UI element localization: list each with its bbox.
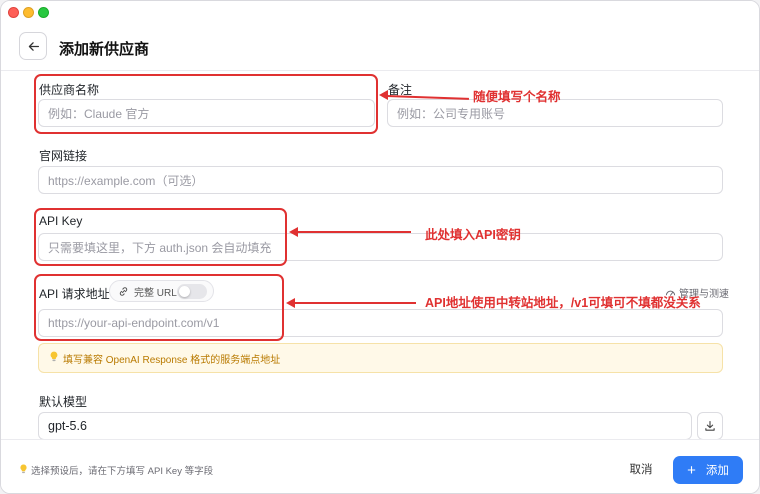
add-button-label: 添加 [705,465,729,477]
lightbulb-icon [49,351,59,365]
annotation-key-note: 此处填入API密钥 [425,228,521,242]
add-button[interactable]: + 添加 [673,456,743,484]
footer-bar: 选择预设后，请在下方填写 API Key 等字段 取消 + 添加 [1,439,759,493]
annotation-arrow-head [379,90,388,100]
cancel-button[interactable]: 取消 [619,455,663,483]
annotation-name-note: 随便填写个名称 [473,90,561,104]
endpoint-hint-text: 填写兼容 OpenAI Response 格式的服务端点地址 [63,354,281,366]
annotation-arrow-head [286,298,295,308]
annotation-arrow-head [289,227,298,237]
title-bar [1,1,759,23]
back-button[interactable] [19,32,47,60]
minimize-window-button[interactable] [23,7,34,18]
plus-icon: + [687,461,696,479]
annotation-arrow-line [297,231,411,233]
footer-hint-text: 选择预设后，请在下方填写 API Key 等字段 [31,466,214,477]
fetch-models-button[interactable] [697,412,723,439]
lightbulb-icon [19,464,28,477]
default-model-label: 默认模型 [39,395,88,409]
download-icon [705,420,715,431]
page-title: 添加新供应商 [59,41,150,58]
footer-hint: 选择预设后，请在下方填写 API Key 等字段 [19,463,213,477]
page-header: 添加新供应商 [1,23,759,71]
form-content: 供应商名称 例如：Claude 官方 备注 例如：公司专用账号 官网链接 htt… [1,72,759,439]
annotation-box-provider-name [34,74,378,134]
annotation-arrow-line [294,302,416,304]
website-input[interactable]: https://example.com（可选） [38,166,723,194]
zoom-window-button[interactable] [38,7,49,18]
endpoint-hint: 填写兼容 OpenAI Response 格式的服务端点地址 [38,343,723,373]
app-window: 添加新供应商 供应商名称 例如：Claude 官方 备注 例如：公司专用账号 官… [0,0,760,494]
close-window-button[interactable] [8,7,19,18]
arrow-left-icon [28,41,39,51]
default-model-input[interactable]: gpt-5.6 [38,412,692,439]
annotation-endpoint-note: API地址使用中转站地址，/v1可填可不填都没关系 [425,296,701,310]
annotation-box-api-key [34,208,287,266]
website-label: 官网链接 [39,149,88,163]
annotation-box-api-endpoint [34,274,284,341]
